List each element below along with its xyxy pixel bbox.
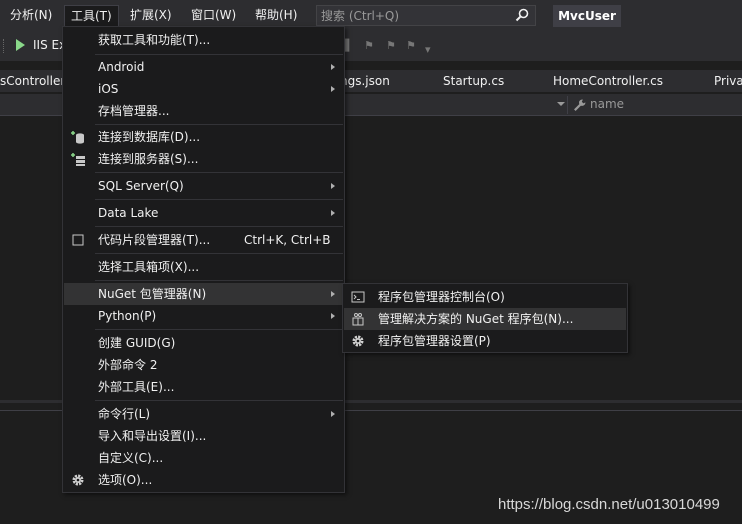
menu-item-label: 外部命令 2 bbox=[98, 358, 158, 372]
bookmark-clear-icon[interactable]: ⚑ bbox=[406, 40, 418, 52]
submenu-arrow-icon bbox=[331, 183, 335, 189]
submenu-item-package-settings[interactable]: 程序包管理器设置(P) bbox=[344, 330, 626, 352]
menu-separator bbox=[95, 124, 343, 125]
menu-item-label: SQL Server(Q) bbox=[98, 179, 184, 193]
menu-separator bbox=[95, 172, 343, 173]
member-dropdown[interactable]: name bbox=[590, 97, 624, 111]
menu-item-external-tools[interactable]: 外部工具(E)... bbox=[64, 376, 343, 398]
menu-item-label: 选择工具箱项(X)... bbox=[98, 260, 200, 274]
menu-separator bbox=[95, 226, 343, 227]
menu-item-label: Data Lake bbox=[98, 206, 159, 220]
snippet-icon bbox=[72, 234, 84, 246]
wrench-icon bbox=[574, 99, 586, 111]
bookmark-prev-icon[interactable]: ⚑ bbox=[364, 40, 376, 52]
submenu-arrow-icon bbox=[331, 411, 335, 417]
menu-analyze[interactable]: 分析(N) bbox=[4, 5, 58, 26]
menu-item-connect-server[interactable]: 连接到服务器(S)... bbox=[64, 148, 343, 170]
tab-appsettings[interactable]: ngs.json bbox=[340, 72, 390, 92]
toolbar-bookmark-icon[interactable]: ▌ bbox=[345, 40, 357, 52]
type-dropdown-arrow-icon[interactable] bbox=[557, 102, 565, 106]
menu-separator bbox=[95, 280, 343, 281]
menu-item-label: 导入和导出设置(I)... bbox=[98, 429, 207, 443]
menu-item-label: iOS bbox=[98, 82, 119, 96]
menu-item-label: Android bbox=[98, 60, 145, 74]
server-connect-icon bbox=[71, 153, 85, 166]
menu-help[interactable]: 帮助(H) bbox=[249, 5, 303, 26]
menu-separator bbox=[95, 329, 343, 330]
tab-privacy[interactable]: Priva bbox=[714, 72, 742, 92]
menu-item-label: 选项(O)... bbox=[98, 473, 153, 487]
menu-item-label: 存档管理器... bbox=[98, 104, 170, 118]
watermark-text: https://blog.csdn.net/u013010499 bbox=[498, 496, 720, 513]
menu-item-label: 创建 GUID(G) bbox=[98, 336, 176, 350]
menu-item-archive-manager[interactable]: 存档管理器... bbox=[64, 100, 343, 122]
database-connect-icon bbox=[71, 131, 84, 144]
tab-startup[interactable]: Startup.cs bbox=[443, 72, 504, 92]
menu-item-label: 外部工具(E)... bbox=[98, 380, 175, 394]
search-icon[interactable] bbox=[515, 8, 529, 22]
submenu-item-package-console[interactable]: 程序包管理器控制台(O) bbox=[344, 286, 626, 308]
menu-window[interactable]: 窗口(W) bbox=[185, 5, 242, 26]
search-input[interactable] bbox=[317, 6, 507, 25]
menu-item-customize[interactable]: 自定义(C)... bbox=[64, 447, 343, 469]
tab-homecontroller[interactable]: HomeController.cs bbox=[553, 72, 663, 92]
quick-launch-search bbox=[316, 5, 536, 26]
menu-item-nuget[interactable]: NuGet 包管理器(N) bbox=[64, 283, 343, 305]
nav-separator bbox=[567, 96, 568, 114]
console-icon bbox=[351, 291, 365, 303]
submenu-item-label: 程序包管理器控制台(O) bbox=[378, 290, 505, 304]
run-icon[interactable] bbox=[16, 39, 25, 51]
menu-separator bbox=[95, 199, 343, 200]
menu-item-label: 代码片段管理器(T)... bbox=[98, 233, 211, 247]
menu-item-options[interactable]: 选项(O)... bbox=[64, 469, 343, 491]
menu-item-choose-toolbox[interactable]: 选择工具箱项(X)... bbox=[64, 256, 343, 278]
submenu-arrow-icon bbox=[331, 86, 335, 92]
nuget-submenu: 程序包管理器控制台(O) 管理解决方案的 NuGet 程序包(N)... 程序包… bbox=[342, 283, 628, 353]
gear-icon bbox=[352, 335, 364, 347]
menu-item-sql-server[interactable]: SQL Server(Q) bbox=[64, 175, 343, 197]
menu-item-label: 连接到服务器(S)... bbox=[98, 152, 199, 166]
menu-item-label: NuGet 包管理器(N) bbox=[98, 287, 207, 301]
menu-item-data-lake[interactable]: Data Lake bbox=[64, 202, 343, 224]
menu-item-android[interactable]: Android bbox=[64, 56, 343, 78]
menu-item-label: 获取工具和功能(T)... bbox=[98, 33, 211, 47]
menu-item-python[interactable]: Python(P) bbox=[64, 305, 343, 327]
submenu-item-label: 管理解决方案的 NuGet 程序包(N)... bbox=[378, 312, 574, 326]
nuget-package-icon bbox=[352, 313, 364, 326]
menu-item-label: 自定义(C)... bbox=[98, 451, 164, 465]
submenu-arrow-icon bbox=[331, 291, 335, 297]
menu-item-ios[interactable]: iOS bbox=[64, 78, 343, 100]
gear-icon bbox=[72, 474, 84, 486]
menu-item-label: 命令行(L) bbox=[98, 407, 151, 421]
tab-controller[interactable]: sController bbox=[0, 72, 65, 92]
menu-item-label: 连接到数据库(D)... bbox=[98, 130, 201, 144]
menu-separator bbox=[95, 253, 343, 254]
menu-separator bbox=[95, 54, 343, 55]
menu-item-get-tools[interactable]: 获取工具和功能(T)... bbox=[64, 29, 343, 51]
submenu-arrow-icon bbox=[331, 210, 335, 216]
menu-item-external-command-2[interactable]: 外部命令 2 bbox=[64, 354, 343, 376]
toolbar-grip[interactable] bbox=[3, 39, 6, 53]
toolbar-overflow-icon[interactable]: ▾ bbox=[425, 44, 437, 56]
submenu-arrow-icon bbox=[331, 64, 335, 70]
submenu-item-manage-packages[interactable]: 管理解决方案的 NuGet 程序包(N)... bbox=[344, 308, 626, 330]
submenu-item-label: 程序包管理器设置(P) bbox=[378, 334, 491, 348]
menu-item-shortcut: Ctrl+K, Ctrl+B bbox=[244, 233, 331, 247]
menu-separator bbox=[95, 400, 343, 401]
menu-item-connect-database[interactable]: 连接到数据库(D)... bbox=[64, 126, 343, 148]
submenu-arrow-icon bbox=[331, 313, 335, 319]
menu-item-snippets-manager[interactable]: 代码片段管理器(T)... Ctrl+K, Ctrl+B bbox=[64, 229, 343, 251]
bookmark-next-icon[interactable]: ⚑ bbox=[386, 40, 398, 52]
menu-item-command-line[interactable]: 命令行(L) bbox=[64, 403, 343, 425]
menu-extensions[interactable]: 扩展(X) bbox=[124, 5, 178, 26]
tools-menu: 获取工具和功能(T)... Android iOS 存档管理器... 连接到数据… bbox=[62, 26, 345, 493]
menu-item-label: Python(P) bbox=[98, 309, 157, 323]
menu-item-import-export[interactable]: 导入和导出设置(I)... bbox=[64, 425, 343, 447]
project-name-badge: MvcUser bbox=[553, 5, 621, 27]
menu-item-create-guid[interactable]: 创建 GUID(G) bbox=[64, 332, 343, 354]
